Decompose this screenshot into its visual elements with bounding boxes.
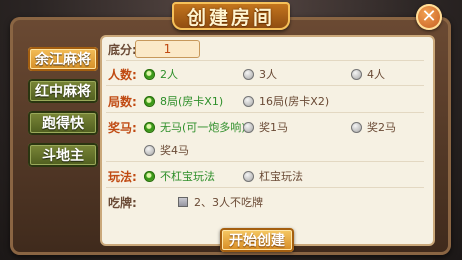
close-icon: ✕ — [421, 6, 437, 27]
radio-icon — [144, 144, 155, 156]
tab-hongzhong-mahjong[interactable]: 红中麻将 — [28, 79, 98, 103]
divider — [106, 85, 424, 86]
radio-selected-icon — [144, 95, 155, 107]
radio-icon — [351, 68, 362, 80]
divider — [106, 112, 424, 113]
base-score-label: 底分: — [108, 43, 137, 57]
tab-doudizhu[interactable]: 斗地主 — [28, 143, 98, 167]
radio-icon — [351, 121, 362, 133]
eat-label: 吃牌: — [108, 196, 137, 210]
eat-option-checkbox[interactable]: 2、3人不吃牌 — [178, 194, 263, 210]
radio-selected-icon — [144, 121, 155, 133]
players-option-2[interactable]: 2人 — [144, 66, 178, 82]
horse-option-4[interactable]: 奖4马 — [144, 142, 189, 158]
tab-paodekuai[interactable]: 跑得快 — [28, 111, 98, 135]
divider — [106, 60, 424, 61]
rounds-option-8[interactable]: 8局(房卡X1) — [144, 93, 223, 109]
radio-icon — [243, 68, 254, 80]
players-label: 人数: — [108, 68, 137, 82]
horse-option-2[interactable]: 奖2马 — [351, 119, 396, 135]
rounds-label: 局数: — [108, 95, 137, 109]
horse-option-1[interactable]: 奖1马 — [243, 119, 288, 135]
divider — [106, 161, 424, 162]
radio-selected-icon — [144, 68, 155, 80]
dialog-title: 创建房间 — [172, 2, 290, 30]
start-create-button[interactable]: 开始创建 — [220, 228, 294, 252]
tab-yujiang-mahjong[interactable]: 余江麻将 — [28, 47, 98, 71]
players-option-3[interactable]: 3人 — [243, 66, 277, 82]
horse-label: 奖马: — [108, 121, 137, 135]
base-score-input[interactable]: 1 — [135, 40, 200, 58]
radio-selected-icon — [144, 170, 155, 182]
radio-icon — [243, 121, 254, 133]
rounds-option-16[interactable]: 16局(房卡X2) — [243, 93, 329, 109]
players-option-4[interactable]: 4人 — [351, 66, 385, 82]
play-style-label: 玩法: — [108, 170, 137, 184]
play-option-gangbao[interactable]: 杠宝玩法 — [243, 168, 303, 184]
divider — [106, 187, 424, 188]
close-button[interactable]: ✕ — [416, 4, 442, 30]
radio-icon — [243, 95, 254, 107]
radio-icon — [243, 170, 254, 182]
checkbox-icon — [178, 197, 188, 207]
play-option-no-gangbao[interactable]: 不杠宝玩法 — [144, 168, 215, 184]
horse-option-none[interactable]: 无马(可一炮多响) — [144, 119, 246, 135]
